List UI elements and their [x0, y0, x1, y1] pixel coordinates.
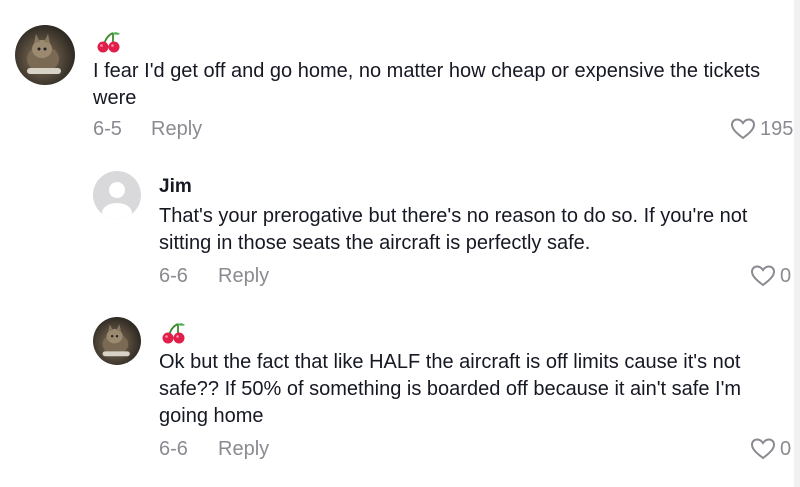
like-count: 195 — [760, 118, 794, 140]
avatar[interactable] — [93, 317, 141, 365]
comment-text: Ok but the fact that like HALF the aircr… — [159, 351, 742, 427]
comment-date: 6-6 — [159, 265, 188, 287]
comment-date: 6-6 — [159, 438, 188, 460]
like-button[interactable]: 0 — [750, 263, 791, 289]
reply-button[interactable]: Reply — [151, 116, 202, 142]
like-count: 0 — [780, 265, 792, 287]
cat-avatar-icon — [27, 34, 61, 74]
like-button[interactable]: 0 — [750, 436, 791, 462]
comment-date: 6-5 — [93, 118, 122, 140]
comment-text: That's your prerogative but there's no r… — [159, 205, 748, 254]
cherries-icon — [96, 30, 122, 54]
like-count: 0 — [780, 438, 792, 460]
reply-button[interactable]: Reply — [218, 436, 269, 462]
avatar[interactable] — [15, 25, 75, 85]
scrollbar-track[interactable] — [794, 0, 800, 487]
cherries-icon — [161, 321, 187, 345]
heart-icon — [750, 438, 776, 460]
heart-icon — [730, 118, 756, 140]
comment-text: I fear I'd get off and go home, no matte… — [93, 60, 761, 109]
avatar[interactable] — [93, 171, 141, 219]
comment-author[interactable]: Jim — [159, 175, 192, 199]
like-button[interactable]: 195 — [730, 116, 793, 142]
default-user-icon — [102, 182, 132, 219]
heart-icon — [750, 265, 776, 287]
reply-button[interactable]: Reply — [218, 263, 269, 289]
cat-avatar-icon — [102, 324, 130, 357]
